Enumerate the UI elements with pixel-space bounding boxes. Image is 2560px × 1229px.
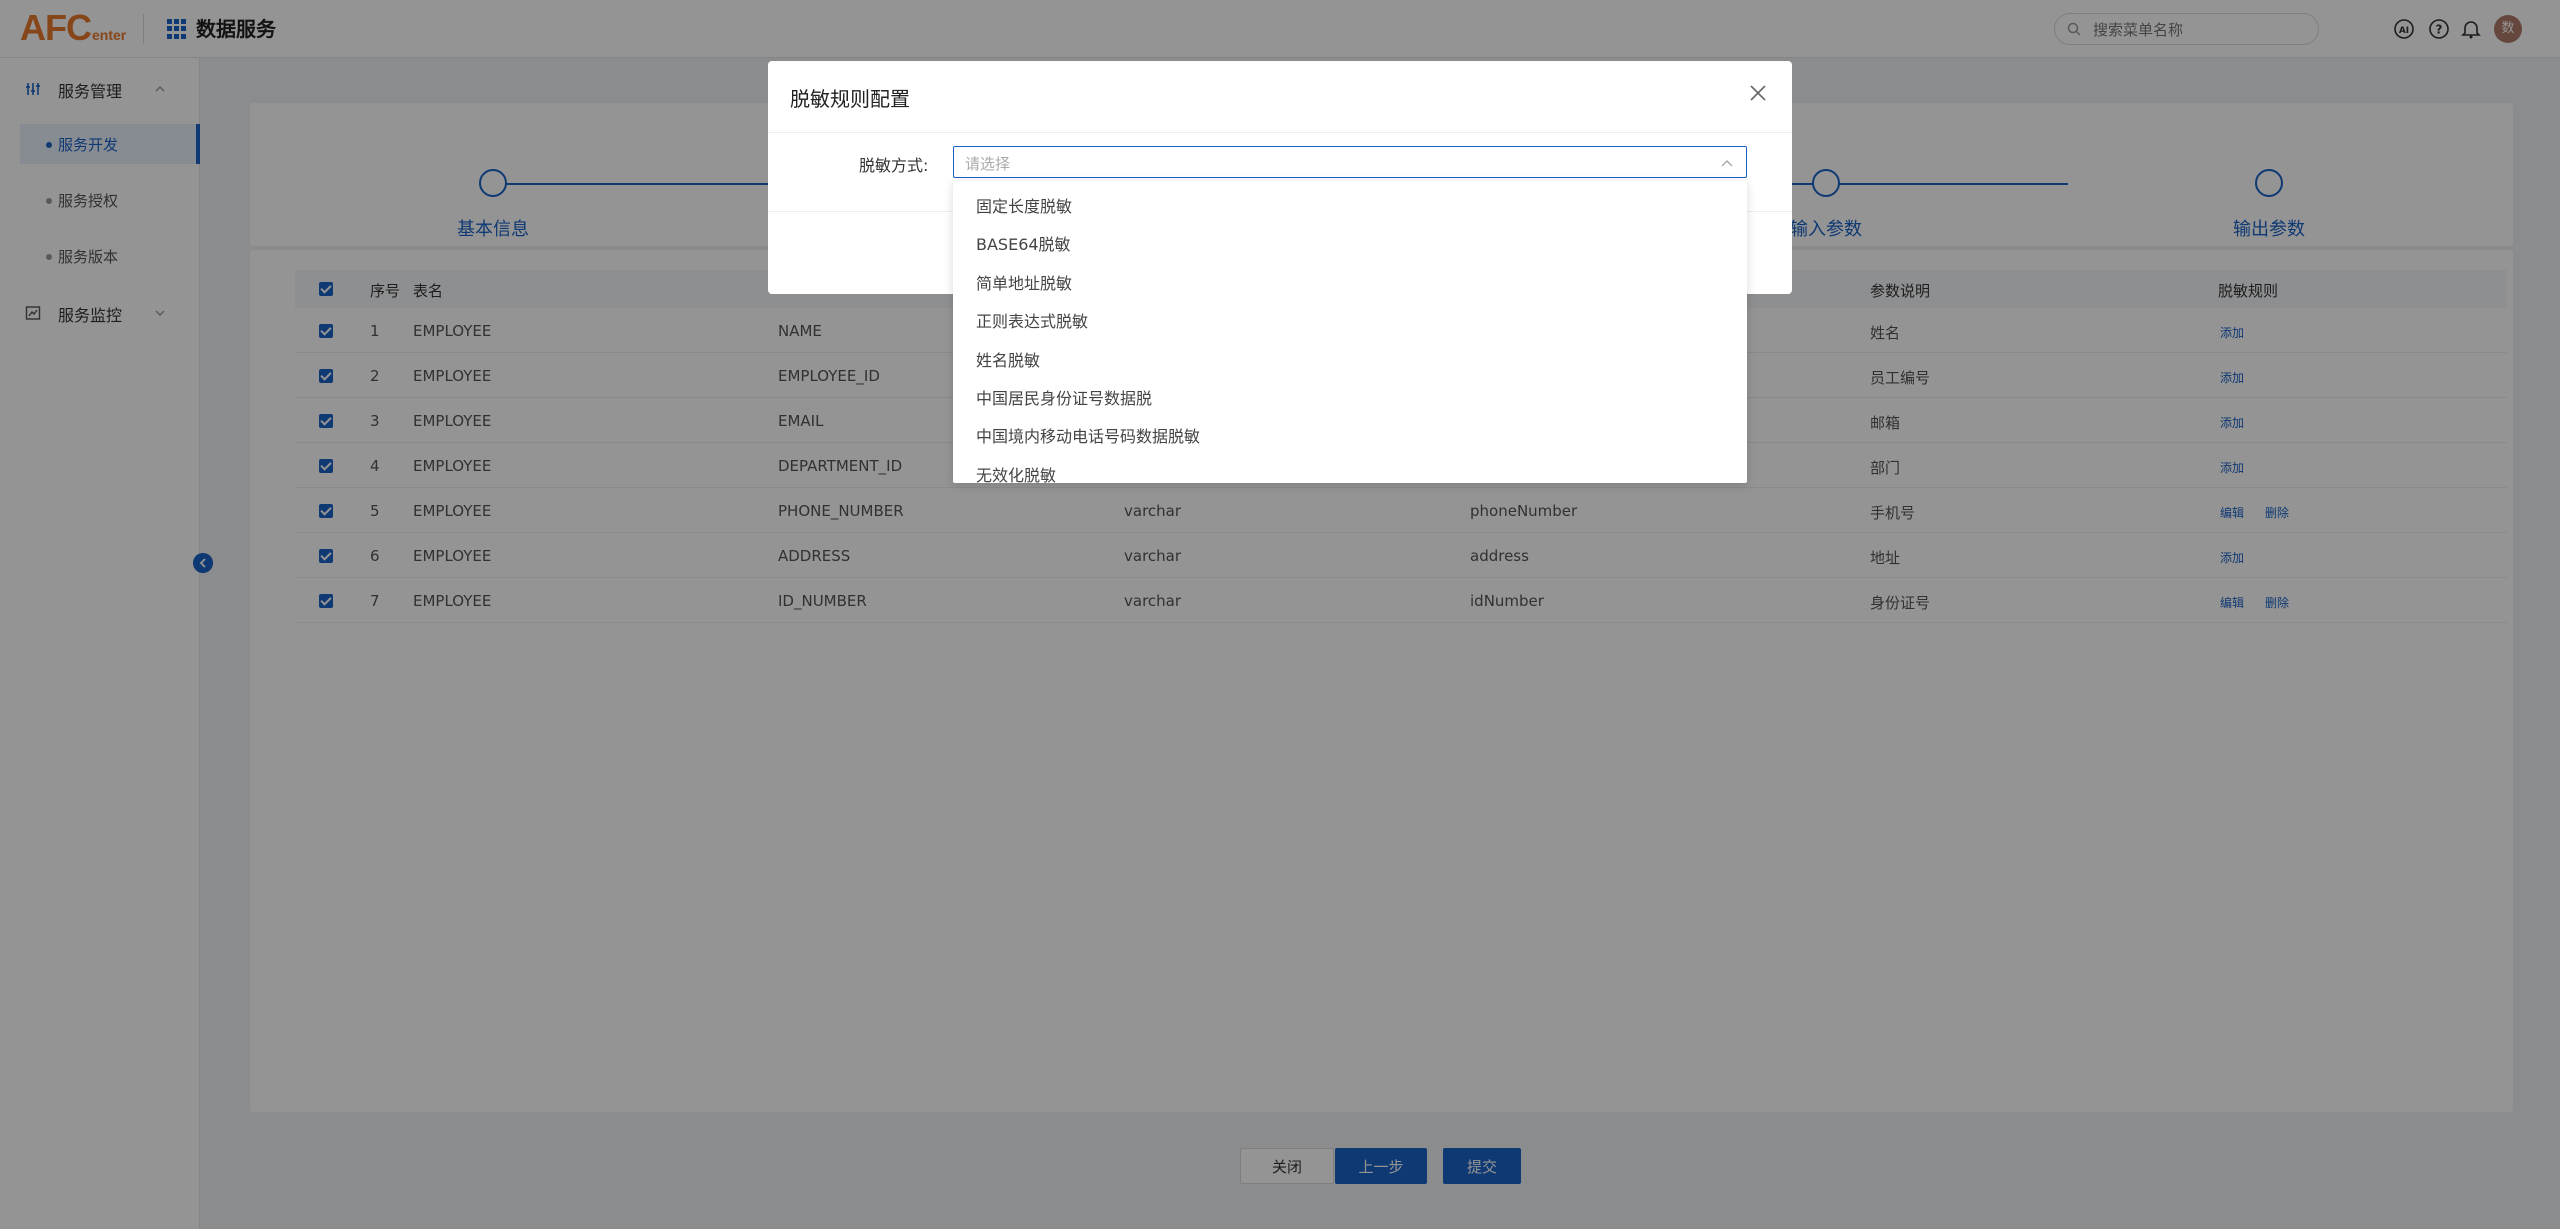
mask-method-select[interactable]: 请选择: [953, 146, 1747, 178]
dropdown-option[interactable]: 姓名脱敏: [976, 347, 1040, 371]
select-placeholder: 请选择: [965, 155, 1011, 173]
dropdown-option[interactable]: 无效化脱敏: [976, 462, 1056, 483]
close-icon[interactable]: [1748, 83, 1768, 103]
mask-method-dropdown: 固定长度脱敏 BASE64脱敏 简单地址脱敏 正则表达式脱敏 姓名脱敏中国居民身份证号数…: [953, 181, 1747, 483]
dropdown-option[interactable]: 固定长度脱敏: [976, 193, 1072, 217]
dropdown-option[interactable]: 中国居民身份证号数据脱: [976, 385, 1152, 409]
mask-method-label: 脱敏方式:: [859, 156, 929, 175]
dropdown-option[interactable]: 简单地址脱敏: [976, 270, 1072, 294]
dropdown-option[interactable]: 正则表达式脱敏: [976, 308, 1088, 332]
dropdown-option[interactable]: BASE64脱敏: [976, 231, 1071, 255]
dropdown-option[interactable]: 中国境内移动电话号码数据脱敏: [976, 423, 1200, 447]
dialog-divider: [768, 132, 1792, 133]
dialog-title: 脱敏规则配置: [790, 87, 910, 111]
chevron-up-icon: [1721, 160, 1733, 167]
